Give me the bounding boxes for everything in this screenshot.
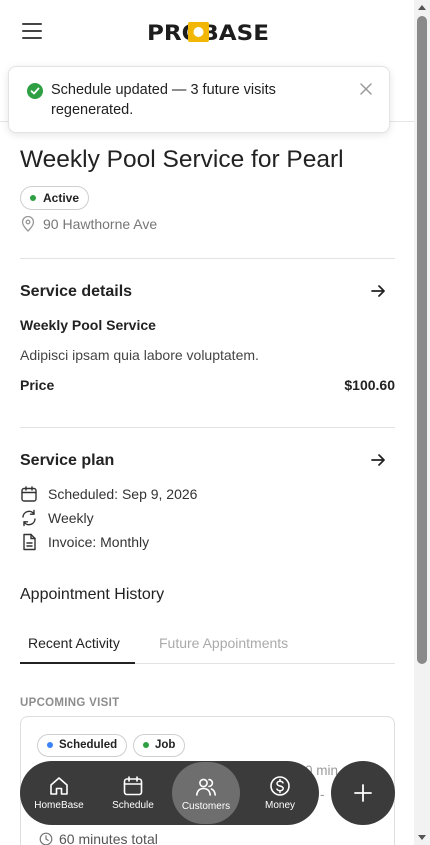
toast-message: Schedule updated — 3 future visits regen… (51, 82, 276, 118)
probase-logo[interactable]: PROBASE (147, 19, 269, 45)
nav-item-money[interactable]: Money (246, 761, 314, 825)
plan-scheduled-row: Scheduled: Sep 9, 2026 (20, 484, 197, 504)
scrollbar-thumb[interactable] (417, 16, 427, 664)
scroll-down-icon[interactable] (418, 835, 426, 840)
history-tabs: Recent Activity Future Appointments (20, 626, 395, 664)
status-dot (30, 195, 36, 201)
price-label: Price (20, 377, 55, 393)
plan-frequency-text: Weekly (48, 510, 94, 526)
chip-dot (143, 742, 149, 748)
active-tab-indicator (20, 662, 135, 664)
nav-label-customers: Customers (181, 801, 231, 812)
page-title: Weekly Pool Service for Pearl (20, 146, 344, 173)
repeat-icon (22, 509, 36, 527)
nav-item-customers[interactable]: Customers (172, 762, 240, 824)
service-description: Adipisci ipsam quia labore voluptatem. (20, 347, 259, 363)
scroll-up-icon[interactable] (418, 5, 426, 10)
plan-frequency-row: Weekly (20, 508, 94, 528)
nav-item-homebase[interactable]: HomeBase (25, 761, 93, 825)
job-chip: Job (133, 734, 186, 757)
address: 90 Hawthorne Ave (21, 216, 157, 232)
home-icon (50, 777, 68, 795)
location-pin-icon (21, 216, 35, 232)
visit-duration-text: 60 minutes total (59, 831, 158, 845)
upcoming-visit-label: UPCOMING VISIT (20, 697, 120, 709)
tab-future-appointments[interactable]: Future Appointments (159, 635, 288, 651)
visit-duration: 60 minutes total (39, 831, 158, 845)
nav-item-schedule[interactable]: Schedule (99, 761, 167, 825)
service-plan-heading: Service plan (20, 452, 115, 469)
service-details-arrow-icon[interactable] (369, 282, 387, 300)
status-label: Active (43, 191, 80, 205)
appointment-history-heading: Appointment History (20, 586, 165, 603)
plan-invoice-row: Invoice: Monthly (20, 532, 149, 552)
clock-icon (39, 832, 53, 845)
bottom-nav: HomeBase Schedule Customers Money (20, 761, 319, 825)
price-value: $100.60 (344, 377, 395, 393)
service-name: Weekly Pool Service (20, 317, 156, 333)
scheduled-chip: Scheduled (37, 734, 128, 757)
chip-dot (47, 742, 53, 748)
section-divider (20, 427, 395, 428)
top-bar: PROBASE (0, 0, 414, 64)
section-divider (20, 258, 395, 259)
document-icon (23, 533, 36, 551)
users-icon (196, 778, 216, 796)
add-button[interactable] (331, 761, 395, 825)
tab-recent-activity[interactable]: Recent Activity (28, 635, 120, 651)
toast-notification: Schedule updated — 3 future visits regen… (8, 66, 390, 133)
plan-scheduled-text: Scheduled: Sep 9, 2026 (48, 486, 198, 502)
nav-label-schedule: Schedule (112, 800, 154, 811)
chip-label: Job (155, 739, 176, 751)
service-plan-arrow-icon[interactable] (369, 451, 387, 469)
nav-label-homebase: HomeBase (34, 800, 84, 811)
calendar-icon (21, 486, 37, 502)
address-text: 90 Hawthorne Ave (43, 216, 158, 232)
calendar-icon (123, 776, 143, 796)
scrollbar[interactable] (414, 0, 430, 845)
plus-icon (354, 784, 372, 802)
status-badge: Active (20, 186, 90, 210)
hamburger-menu-icon[interactable] (22, 23, 42, 41)
plan-invoice-text: Invoice: Monthly (48, 534, 150, 550)
nav-label-money: Money (264, 800, 295, 811)
service-details-heading: Service details (20, 283, 133, 300)
check-circle-icon (27, 83, 43, 99)
chip-label: Scheduled (59, 739, 118, 751)
close-icon[interactable] (359, 82, 373, 96)
dollar-icon (270, 776, 290, 796)
